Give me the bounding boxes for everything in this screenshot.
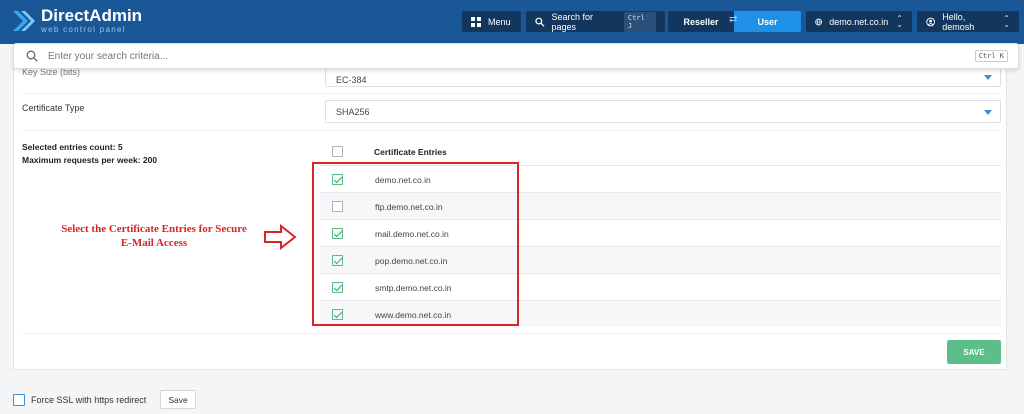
entry-checkbox[interactable] [332,255,343,266]
entry-checkbox[interactable] [332,174,343,185]
entry-name: demo.net.co.in [375,175,431,185]
save-button[interactable]: SAVE [947,340,1001,364]
entry-name: mail.demo.net.co.in [375,229,449,239]
max-requests: Maximum requests per week: 200 [22,155,158,165]
role-user[interactable]: User [734,11,801,32]
annotation-text: Select the Certificate Entries for Secur… [36,222,272,250]
arrow-right-icon [264,224,297,250]
entry-row: pop.demo.net.co.in [320,246,1001,273]
search-input[interactable] [48,50,948,62]
greeting-label: Hello, demosh [942,11,975,32]
entry-checkbox[interactable] [332,228,343,239]
annotation-line-2: E-Mail Access [120,237,188,249]
user-circle-icon [926,17,935,26]
swap-arrows-icon: ⇄ [729,14,738,25]
grid-icon [471,16,481,27]
user-menu[interactable]: Hello, demosh ⌃ ⌄ [917,11,1019,32]
search-overlay: Ctrl K [13,43,1019,69]
brand-subtitle: web control panel [41,25,126,34]
domain-label: demo.net.co.in [829,16,889,27]
entry-row: mail.demo.net.co.in [320,219,1001,246]
menu-label: Menu [488,16,511,27]
directadmin-logo[interactable]: DirectAdmin web control panel [11,7,142,34]
entry-name: ftp.demo.net.co.in [375,202,443,212]
entry-row: ftp.demo.net.co.in [320,192,1001,219]
caret-down-icon [984,75,992,80]
entry-name: smtp.demo.net.co.in [375,283,452,293]
search-pages-label: Search for pages [551,11,594,32]
entry-name: www.demo.net.co.in [375,310,452,320]
entry-row: smtp.demo.net.co.in [320,273,1001,300]
entry-row: demo.net.co.in [320,165,1001,192]
entry-checkbox[interactable] [332,282,343,293]
force-ssl-label: Force SSL with https redirect [31,395,147,405]
annotation-line-1: Select the Certificate Entries for Secur… [61,223,247,235]
certificate-type-value: SHA256 [336,106,370,117]
entry-row: www.demo.net.co.in [320,300,1001,327]
entry-checkbox[interactable] [332,201,343,212]
entry-name: pop.demo.net.co.in [375,256,448,266]
role-reseller[interactable]: Reseller [668,11,734,32]
force-ssl-checkbox[interactable] [13,394,25,406]
certificate-entries-header: Certificate Entries [374,147,447,157]
divider [22,333,1000,334]
selected-count: Selected entries count: 5 [22,142,123,152]
certificate-type-label: Certificate Type [22,103,85,113]
top-navigation-bar: DirectAdmin web control panel Menu Searc… [0,0,1024,44]
search-pages-button[interactable]: Search for pages Ctrl J [526,11,665,32]
divider [22,93,1000,94]
domain-selector[interactable]: demo.net.co.in ⌃ ⌄ [806,11,912,32]
key-size-value: EC-384 [336,75,367,85]
search-shortcut: Ctrl J [623,11,656,32]
entries-summary: Selected entries count: 5 Maximum reques… [22,141,157,167]
divider [22,130,1000,131]
chevron-updown-icon: ⌃ ⌄ [1003,13,1010,29]
caret-down-icon [984,110,992,115]
search-shortcut-hint: Ctrl K [974,50,1008,62]
ssl-form-panel: Key Size (bits) EC-384 Certificate Type … [13,65,1007,370]
force-ssl-save-button[interactable]: Save [160,390,196,409]
brand-name: DirectAdmin [41,6,143,25]
select-all-checkbox[interactable] [332,146,343,157]
certificate-type-select[interactable]: SHA256 [325,100,1001,123]
chevron-updown-icon: ⌃ ⌄ [896,13,903,29]
search-icon [535,17,545,27]
logo-chevron-icon [11,8,35,34]
globe-icon [815,18,823,25]
menu-button[interactable]: Menu [462,11,521,32]
entry-checkbox[interactable] [332,309,343,320]
search-icon [26,50,38,62]
